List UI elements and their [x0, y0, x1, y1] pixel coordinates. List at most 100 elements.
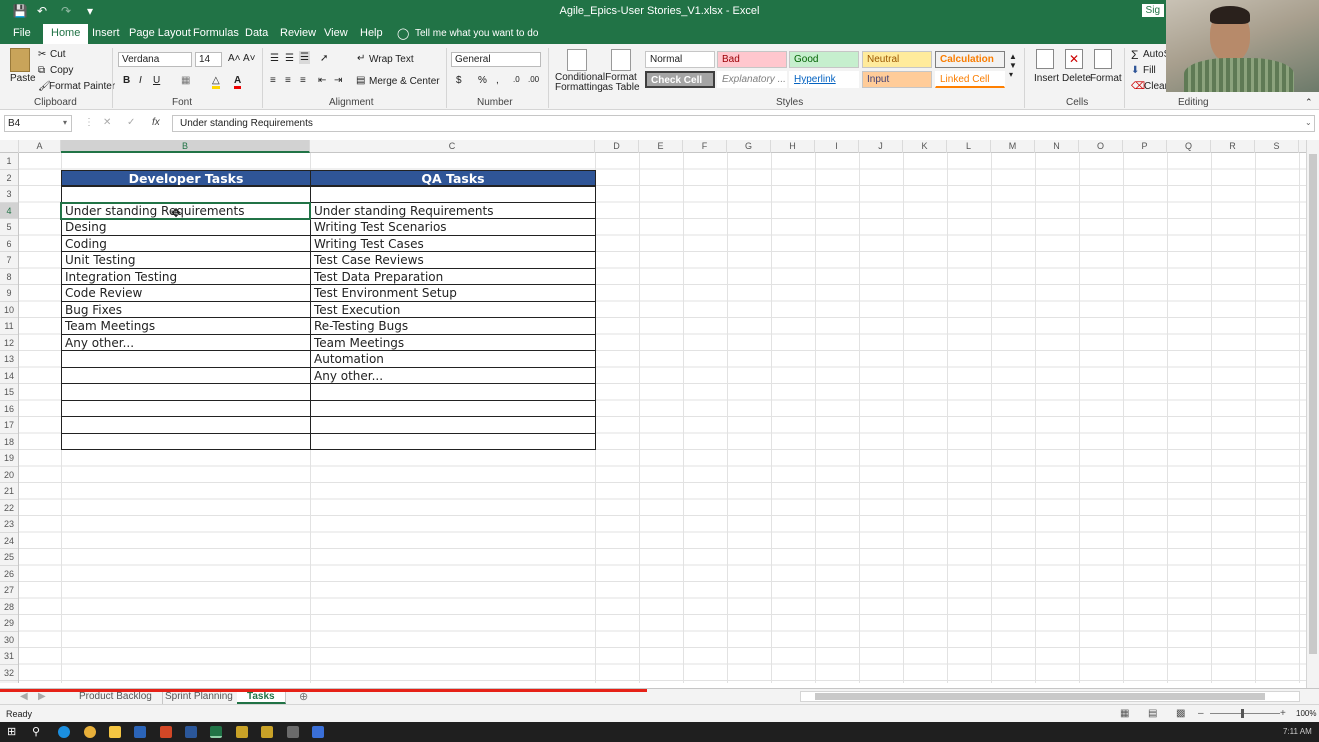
active-cell-selection[interactable]: [60, 201, 311, 220]
powerpoint-icon[interactable]: [160, 726, 172, 738]
align-center-icon[interactable]: ≡: [285, 75, 291, 86]
table-cell[interactable]: Coding: [61, 235, 311, 252]
table-cell[interactable]: Test Case Reviews: [310, 252, 596, 269]
style-hyperlink[interactable]: Hyperlink: [789, 71, 859, 88]
conditional-formatting-button[interactable]: Conditional Formatting: [555, 73, 605, 93]
normal-view-icon[interactable]: ▦: [1120, 708, 1129, 719]
font-color-icon[interactable]: A: [234, 75, 242, 89]
column-header-j[interactable]: J: [859, 140, 903, 153]
style-input[interactable]: Input: [862, 71, 932, 88]
row-header[interactable]: 26: [0, 566, 18, 582]
merge-center-button[interactable]: Merge & Center: [369, 76, 440, 87]
styles-scroll-icon[interactable]: ▲ ▼ ▾: [1009, 52, 1017, 79]
app-icon[interactable]: [287, 726, 299, 738]
row-header[interactable]: 4: [0, 202, 18, 219]
column-header-m[interactable]: M: [991, 140, 1035, 153]
zoom-out-icon[interactable]: –: [1198, 708, 1204, 719]
table-cell[interactable]: [61, 351, 311, 368]
column-header-k[interactable]: K: [903, 140, 947, 153]
table-cell[interactable]: Team Meetings: [61, 318, 311, 335]
align-middle-icon[interactable]: ☰: [285, 53, 294, 64]
shrink-font-icon[interactable]: A˅: [243, 53, 256, 64]
app-icon[interactable]: [312, 726, 324, 738]
qa-tasks-header[interactable]: QA Tasks: [310, 169, 596, 186]
row-header[interactable]: 30: [0, 632, 18, 648]
tab-file[interactable]: File: [13, 27, 31, 39]
cut-button[interactable]: Cut: [50, 49, 66, 60]
worksheet-grid[interactable]: Developer Tasks QA Tasks Under standing …: [19, 153, 1306, 683]
row-header[interactable]: 25: [0, 549, 18, 566]
sign-in-button[interactable]: Sig: [1141, 4, 1164, 17]
wrap-text-icon[interactable]: ↵: [357, 53, 365, 64]
insert-function-button[interactable]: fx: [152, 117, 160, 128]
column-header-a[interactable]: A: [19, 140, 61, 153]
column-header-r[interactable]: R: [1211, 140, 1255, 153]
column-header-c[interactable]: C: [310, 140, 595, 153]
table-cell[interactable]: Writing Test Scenarios: [310, 219, 596, 236]
row-header[interactable]: 15: [0, 384, 18, 401]
tab-data[interactable]: Data: [245, 27, 268, 39]
currency-button[interactable]: $: [456, 75, 462, 86]
table-cell[interactable]: [61, 417, 311, 434]
comma-style-icon[interactable]: ,: [496, 75, 499, 86]
zoom-level[interactable]: 100%: [1296, 709, 1316, 718]
insert-button[interactable]: Insert: [1034, 73, 1059, 84]
tab-view[interactable]: View: [324, 27, 348, 39]
table-cell[interactable]: [61, 433, 311, 450]
style-explanatory[interactable]: Explanatory ...: [717, 71, 787, 88]
row-header[interactable]: 31: [0, 648, 18, 665]
borders-icon[interactable]: ▦: [181, 75, 190, 86]
column-header-f[interactable]: F: [683, 140, 727, 153]
horizontal-scrollbar[interactable]: [800, 691, 1300, 702]
column-header-s[interactable]: S: [1255, 140, 1299, 153]
italic-button[interactable]: I: [139, 75, 142, 86]
table-cell-empty[interactable]: [310, 186, 596, 203]
paste-button[interactable]: Paste: [10, 73, 36, 84]
tell-me-search[interactable]: Tell me what you want to do: [415, 28, 538, 39]
row-header[interactable]: 19: [0, 450, 18, 467]
tab-formulas[interactable]: Formulas: [193, 27, 239, 39]
table-cell[interactable]: Test Data Preparation: [310, 268, 596, 285]
row-header[interactable]: 23: [0, 516, 18, 533]
row-header[interactable]: 32: [0, 665, 18, 681]
align-right-icon[interactable]: ≡: [300, 75, 306, 86]
row-header[interactable]: 16: [0, 401, 18, 417]
select-all-button[interactable]: [0, 140, 19, 153]
row-header[interactable]: 10: [0, 302, 18, 318]
row-header[interactable]: 18: [0, 434, 18, 450]
page-layout-view-icon[interactable]: ▤: [1148, 708, 1157, 719]
font-name-select[interactable]: Verdana: [118, 52, 192, 67]
table-cell[interactable]: Desing: [61, 219, 311, 236]
edge-icon[interactable]: [58, 726, 70, 738]
table-cell[interactable]: Team Meetings: [310, 334, 596, 351]
name-box[interactable]: B4: [4, 115, 72, 132]
column-header-b[interactable]: B: [61, 140, 310, 153]
collapse-ribbon-icon[interactable]: ⌃: [1305, 97, 1313, 108]
style-calculation[interactable]: Calculation: [935, 51, 1005, 68]
tab-review[interactable]: Review: [280, 27, 316, 39]
insert-cells-icon[interactable]: [1036, 49, 1054, 69]
format-cells-icon[interactable]: [1094, 49, 1112, 69]
name-box-dropdown-icon[interactable]: ▾: [63, 118, 67, 127]
word-icon[interactable]: [185, 726, 197, 738]
table-cell[interactable]: Code Review: [61, 285, 311, 302]
decrease-indent-icon[interactable]: ⇤: [318, 75, 326, 86]
row-header[interactable]: 7: [0, 252, 18, 269]
row-header[interactable]: 27: [0, 582, 18, 599]
row-header[interactable]: 12: [0, 335, 18, 351]
delete-cells-icon[interactable]: ✕: [1065, 49, 1083, 69]
cancel-entry-icon[interactable]: ✕: [103, 117, 111, 128]
table-cell[interactable]: Re-Testing Bugs: [310, 318, 596, 335]
column-header-o[interactable]: O: [1079, 140, 1123, 153]
vertical-scroll-thumb[interactable]: [1309, 154, 1317, 654]
column-header-l[interactable]: L: [947, 140, 991, 153]
table-cell[interactable]: Any other...: [61, 334, 311, 351]
tab-home[interactable]: Home: [43, 24, 89, 44]
copy-button[interactable]: Copy: [50, 65, 73, 76]
outlook-icon[interactable]: [134, 726, 146, 738]
zoom-slider[interactable]: [1210, 713, 1280, 714]
column-header-d[interactable]: D: [595, 140, 639, 153]
prev-sheet-icon[interactable]: ◀: [20, 691, 28, 702]
align-top-icon[interactable]: ☰: [270, 53, 279, 64]
table-cell-empty[interactable]: [61, 186, 311, 203]
